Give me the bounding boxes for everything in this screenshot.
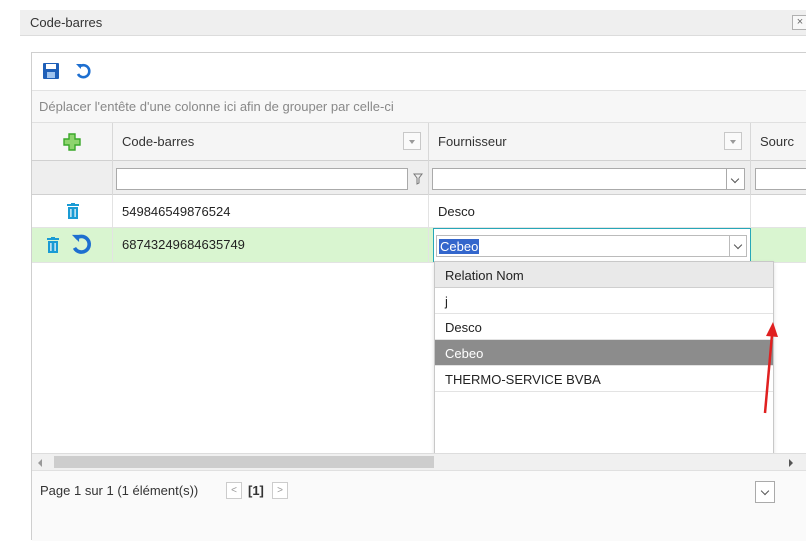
supplier-combobox-input[interactable]: Cebeo — [436, 235, 729, 257]
column-menu-button[interactable] — [403, 132, 421, 150]
filter-row — [32, 161, 806, 195]
barcode-cell[interactable]: 549846549876524 — [113, 195, 429, 227]
scrollbar-thumb[interactable] — [54, 456, 434, 468]
page-size-dropdown[interactable] — [755, 481, 775, 503]
close-button[interactable]: × — [792, 15, 806, 30]
dropdown-option[interactable]: Desco — [435, 314, 773, 340]
dialog-titlebar: Code-barres × — [20, 10, 806, 36]
dropdown-option-selected[interactable]: Cebeo — [435, 340, 773, 366]
row-actions-cell — [32, 195, 113, 227]
supplier-cell[interactable]: Desco — [429, 195, 751, 227]
dropdown-option[interactable]: THERMO-SERVICE BVBA — [435, 366, 773, 392]
supplier-filter-dropdown-button[interactable] — [726, 169, 744, 189]
filter-icon[interactable] — [413, 173, 423, 185]
dropdown-column-header: Relation Nom — [435, 262, 773, 288]
header-supplier[interactable]: Fournisseur — [429, 123, 751, 161]
grid-toolbar — [32, 53, 806, 91]
header-actions — [32, 123, 113, 161]
pager: Page 1 sur 1 (1 élément(s)) < [1] > — [32, 470, 806, 541]
table-row[interactable]: 549846549876524 Desco — [32, 195, 806, 228]
column-header-row: Code-barres Fournisseur Sourc — [32, 123, 806, 161]
source-filter-input[interactable] — [755, 168, 806, 190]
pager-next-button[interactable]: > — [272, 482, 288, 499]
supplier-value: Desco — [438, 204, 475, 219]
scroll-right-arrow[interactable] — [789, 459, 793, 467]
header-supplier-label: Fournisseur — [438, 134, 507, 149]
filter-source-cell — [751, 161, 806, 195]
filter-barcode-cell — [113, 161, 429, 195]
pager-info: Page 1 sur 1 (1 élément(s)) — [40, 483, 199, 498]
barcode-value: 549846549876524 — [122, 204, 231, 219]
filter-supplier-cell — [429, 161, 751, 195]
group-by-area[interactable]: Déplacer l'entête d'une colonne ici afin… — [32, 91, 806, 123]
supplier-combobox-dropdown-button[interactable] — [729, 235, 747, 257]
undo-row-icon[interactable] — [68, 231, 94, 257]
filter-actions-cell — [32, 161, 113, 195]
supplier-combobox-value: Cebeo — [439, 239, 480, 254]
annotation-arrow-icon — [763, 322, 778, 414]
header-barcode-label: Code-barres — [122, 134, 195, 149]
header-source[interactable]: Sourc — [751, 123, 806, 161]
dropdown-option[interactable]: j — [435, 288, 773, 314]
undo-icon[interactable] — [72, 61, 94, 81]
add-row-icon[interactable] — [63, 133, 81, 151]
save-icon[interactable] — [40, 61, 62, 81]
pager-current-page[interactable]: [1] — [248, 483, 264, 498]
barcode-filter-input[interactable] — [116, 168, 408, 190]
header-barcode[interactable]: Code-barres — [113, 123, 429, 161]
column-menu-button[interactable] — [724, 132, 742, 150]
scroll-left-arrow[interactable] — [38, 459, 42, 467]
trash-icon[interactable] — [66, 203, 80, 219]
barcode-grid: Déplacer l'entête d'une colonne ici afin… — [31, 52, 806, 541]
pager-prev-button[interactable]: < — [226, 482, 242, 499]
barcode-cell[interactable]: 68743249684635749 — [113, 228, 429, 262]
supplier-filter-input[interactable] — [432, 168, 745, 190]
horizontal-scrollbar[interactable] — [32, 453, 806, 470]
header-source-label: Sourc — [760, 134, 794, 149]
supplier-combobox[interactable]: Cebeo — [433, 228, 751, 262]
trash-icon[interactable] — [46, 237, 60, 253]
barcode-value: 68743249684635749 — [122, 237, 245, 252]
dialog-title: Code-barres — [30, 15, 103, 30]
row-actions-cell — [32, 228, 113, 262]
